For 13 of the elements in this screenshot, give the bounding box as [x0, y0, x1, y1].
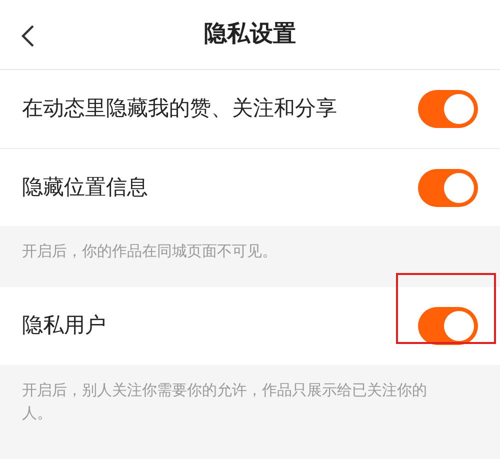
- toggle-knob: [444, 94, 474, 124]
- toggle-knob: [444, 311, 474, 341]
- toggle-switch[interactable]: [418, 307, 478, 345]
- setting-note: 开启后，别人关注你需要你的允许，作品只展示给已关注你的人。: [21, 380, 428, 424]
- toggle-switch[interactable]: [418, 168, 478, 206]
- page-title: 隐私设置: [204, 20, 296, 50]
- setting-label: 隐藏位置信息: [22, 174, 148, 201]
- toggle-switch[interactable]: [418, 90, 478, 128]
- setting-label: 在动态里隐藏我的赞、关注和分享: [22, 95, 337, 122]
- setting-label: 隐私用户: [22, 312, 106, 340]
- back-icon[interactable]: [20, 24, 36, 48]
- toggle-knob: [444, 172, 474, 202]
- setting-note: 开启后，你的作品在同城页面不可见。: [21, 241, 278, 262]
